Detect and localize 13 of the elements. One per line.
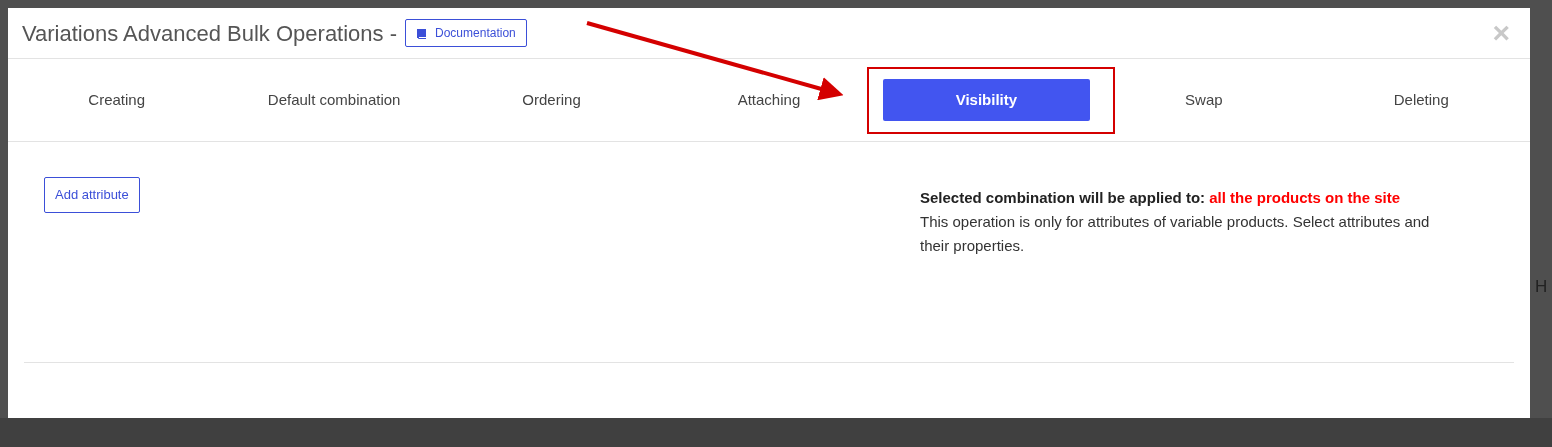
tab[interactable]: Deleting: [1317, 79, 1525, 121]
book-icon: [416, 27, 428, 39]
info-text: This operation is only for attributes of variable products. Select attributes and their properties.: [920, 211, 1431, 256]
tab[interactable]: Ordering: [448, 79, 656, 121]
documentation-button[interactable]: Documentation: [405, 19, 527, 47]
window-title: Variations Advanced Bulk Operations -: [22, 19, 398, 48]
tab[interactable]: Attaching: [665, 79, 873, 121]
info-heading: Selected combination will be applied to: all the products on the site: [920, 188, 1402, 208]
add-attribute-button[interactable]: Add attribute: [44, 177, 140, 213]
tab[interactable]: Default combination: [230, 79, 438, 121]
tab[interactable]: Swap: [1100, 79, 1308, 121]
tab[interactable]: Creating: [13, 79, 221, 121]
tab[interactable]: Visibility: [882, 79, 1090, 121]
